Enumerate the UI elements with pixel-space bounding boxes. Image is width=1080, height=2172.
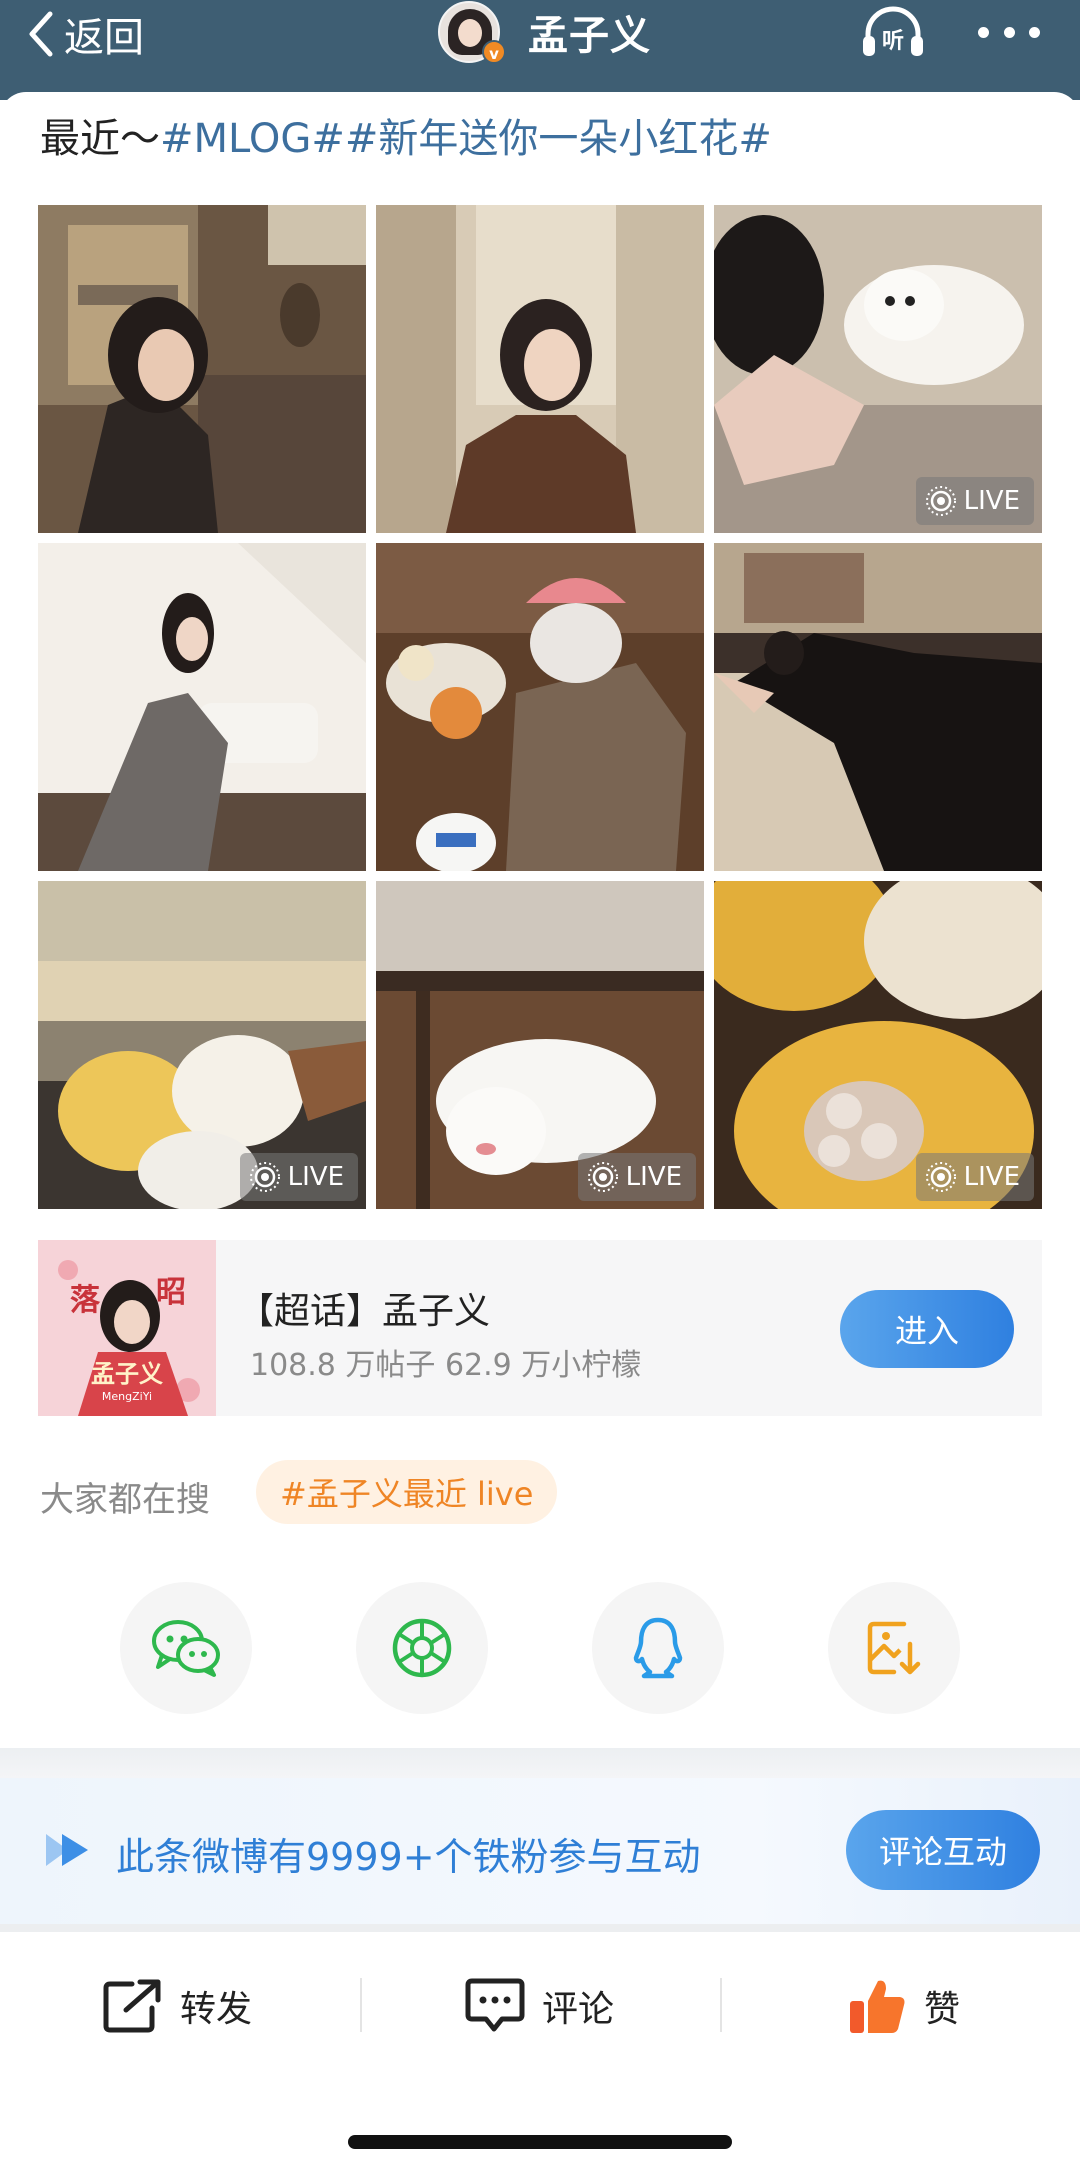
back-label: 返回 xyxy=(64,15,144,61)
live-photo-icon xyxy=(249,1162,280,1192)
save-image-icon xyxy=(867,1621,921,1675)
thumbs-up-icon xyxy=(850,1980,905,2033)
photo-1[interactable] xyxy=(38,205,366,533)
live-label: LIVE xyxy=(963,486,1020,516)
verified-badge-icon: v xyxy=(482,40,506,64)
chevron-left-icon xyxy=(29,11,53,57)
section-divider xyxy=(0,1748,1080,1778)
listen-label: 听 xyxy=(882,29,904,54)
comment-interact-button[interactable]: 评论互动 xyxy=(846,1810,1040,1890)
wechat-icon xyxy=(152,1620,220,1677)
back-button[interactable]: 返回 xyxy=(26,6,144,62)
share-qq-button[interactable] xyxy=(592,1582,724,1714)
live-badge: LIVE xyxy=(915,1153,1034,1201)
image-grid: LIVE LIVE LIVE LIVE xyxy=(38,205,1042,1209)
repost-button[interactable]: 转发 xyxy=(102,1966,252,2046)
photo-8[interactable]: LIVE xyxy=(376,881,704,1209)
like-button[interactable]: 赞 xyxy=(846,1966,960,2046)
search-label: 大家都在搜 xyxy=(40,1480,210,1520)
home-indicator[interactable] xyxy=(348,2135,732,2149)
fans-text: 此条微博有9999+个铁粉参与互动 xyxy=(116,1835,701,1879)
fans-play-icon xyxy=(46,1834,88,1866)
nav-user[interactable]: 孟子义 xyxy=(438,1,651,63)
fans-banner: 此条微博有9999+个铁粉参与互动 评论互动 xyxy=(0,1778,1080,1924)
live-photo-icon xyxy=(925,1162,956,1192)
post-text: 最近～#MLOG##新年送你一朵小红花# xyxy=(40,106,772,164)
supertopic-card[interactable]: 落 昭 孟子义 MengZiYi 【超话】孟子义 108.8 万帖子 62.9 … xyxy=(38,1240,1042,1416)
share-save-image-button[interactable] xyxy=(828,1582,960,1714)
photo-5[interactable] xyxy=(376,543,704,871)
repost-label: 转发 xyxy=(180,1989,253,2030)
live-label: LIVE xyxy=(625,1162,682,1192)
nav-bar: 返回 孟子义 v 听 xyxy=(0,0,1080,100)
photo-7[interactable]: LIVE xyxy=(38,881,366,1209)
photo-3[interactable]: LIVE xyxy=(714,205,1042,533)
photo-9[interactable]: LIVE xyxy=(714,881,1042,1209)
thumb-text-3: 孟子义 xyxy=(91,1360,163,1388)
photo-4[interactable] xyxy=(38,543,366,871)
post-text-prefix: 最近～ xyxy=(40,116,160,162)
live-photo-icon xyxy=(925,486,956,516)
more-dots-icon xyxy=(978,26,989,38)
repost-icon xyxy=(103,1979,161,2033)
hashtag-link[interactable]: #MLOG##新年送你一朵小红花# xyxy=(160,116,772,162)
supertopic-title[interactable]: 【超话】孟子义 xyxy=(238,1282,490,1334)
comment-label: 评论 xyxy=(542,1989,615,2030)
thumb-text-4: MengZiYi xyxy=(102,1390,152,1403)
enter-button[interactable]: 进入 xyxy=(840,1290,1014,1368)
live-photo-icon xyxy=(587,1162,618,1192)
live-badge: LIVE xyxy=(915,477,1034,525)
comment-icon xyxy=(465,1978,525,2032)
nav-user-name[interactable]: 孟子义 xyxy=(528,3,651,61)
live-label: LIVE xyxy=(963,1162,1020,1192)
search-tag[interactable]: #孟子义最近 live xyxy=(256,1460,558,1524)
supertopic-stats: 108.8 万帖子 62.9 万小柠檬 xyxy=(250,1348,642,1383)
photo-6[interactable] xyxy=(714,543,1042,871)
thumb-text-1: 落 xyxy=(70,1283,101,1318)
live-badge: LIVE xyxy=(239,1153,358,1201)
more-button[interactable] xyxy=(978,14,1040,50)
thumb-text-2: 昭 xyxy=(156,1275,186,1310)
listen-button[interactable]: 听 xyxy=(858,4,928,60)
comment-button[interactable]: 评论 xyxy=(464,1966,614,2046)
photo-2[interactable] xyxy=(376,205,704,533)
section-divider xyxy=(0,1924,1080,1932)
share-wechat-button[interactable] xyxy=(120,1582,252,1714)
headphones-icon: 听 xyxy=(863,6,923,56)
live-label: LIVE xyxy=(287,1162,344,1192)
supertopic-thumbnail[interactable]: 落 昭 孟子义 MengZiYi xyxy=(38,1240,216,1416)
action-divider xyxy=(360,1978,362,2032)
moments-icon xyxy=(392,1618,452,1678)
action-divider xyxy=(720,1978,722,2032)
share-moments-button[interactable] xyxy=(356,1582,488,1714)
like-label: 赞 xyxy=(924,1989,961,2030)
qq-icon xyxy=(633,1617,683,1679)
live-badge: LIVE xyxy=(577,1153,696,1201)
